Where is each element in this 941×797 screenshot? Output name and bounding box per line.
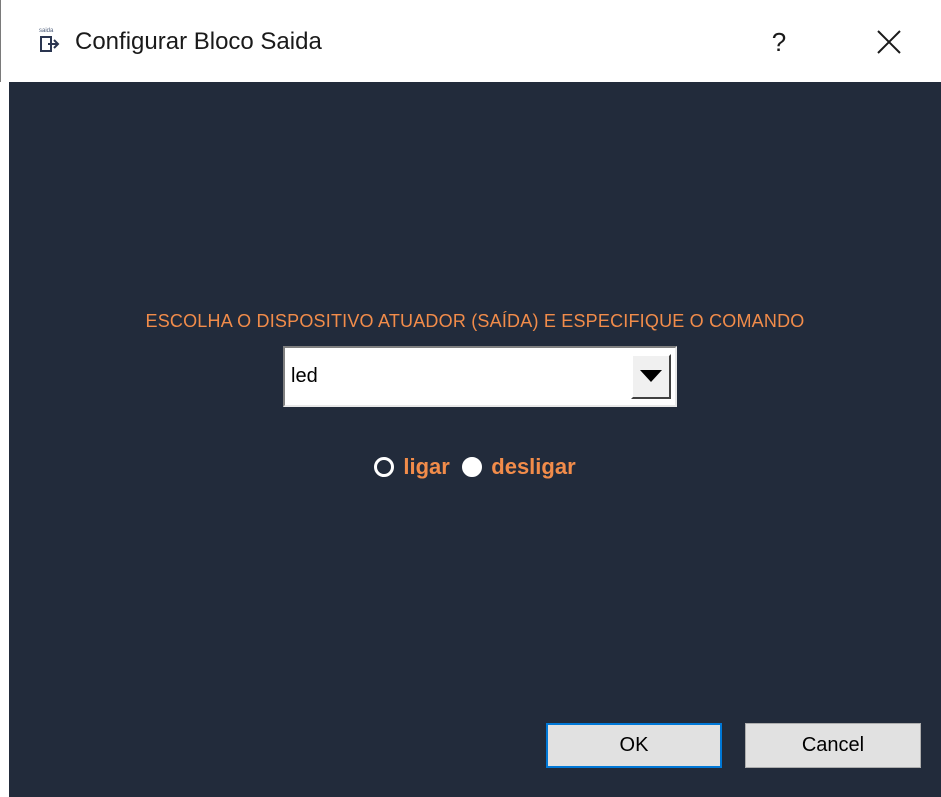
dropdown-button[interactable]: [631, 354, 671, 399]
ok-button[interactable]: OK: [546, 723, 722, 768]
window-border: [0, 82, 9, 797]
cancel-button[interactable]: Cancel: [745, 723, 921, 768]
icon-caption: saida: [39, 28, 54, 34]
radio-ligar-circle[interactable]: [374, 457, 395, 477]
radio-desligar-circle[interactable]: [462, 457, 483, 477]
dropdown-arrow-icon: [640, 370, 662, 382]
dialog-body: ESCOLHA O DISPOSITIVO ATUADOR (SAÍDA) E …: [9, 82, 941, 797]
radio-desligar[interactable]: desligar: [462, 454, 576, 480]
radio-desligar-label[interactable]: desligar: [491, 454, 575, 480]
device-select-value: led: [291, 365, 318, 387]
instruction-label: ESCOLHA O DISPOSITIVO ATUADOR (SAÍDA) E …: [145, 311, 805, 331]
output-block-icon: saida: [39, 28, 60, 52]
radio-ligar-label[interactable]: ligar: [403, 454, 449, 480]
window-title: Configurar Bloco Saida: [75, 28, 322, 55]
help-button[interactable]: ?: [761, 22, 797, 62]
title-bar: saida Configurar Bloco Saida ?: [0, 0, 941, 82]
device-select[interactable]: led: [283, 346, 677, 407]
command-radio-group: ligar desligar: [9, 454, 941, 484]
radio-ligar[interactable]: ligar: [374, 454, 450, 480]
close-icon[interactable]: [869, 22, 909, 62]
